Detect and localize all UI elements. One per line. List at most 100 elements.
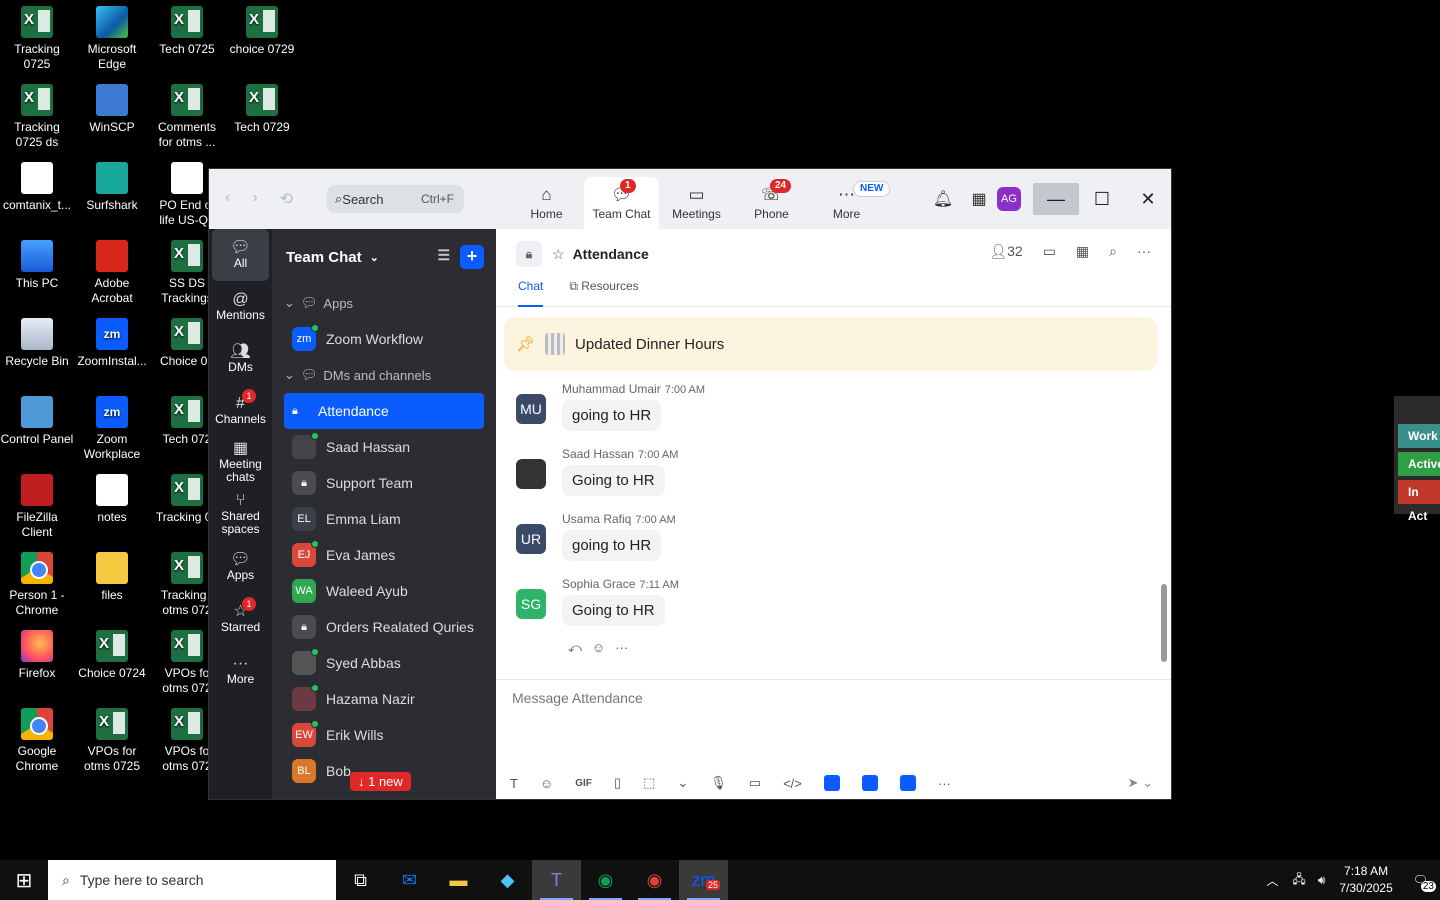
add-button[interactable]: + <box>460 245 484 269</box>
desktop-icon[interactable]: FileZilla Client <box>0 474 74 540</box>
app-diamond-icon[interactable]: ◆ <box>483 860 532 900</box>
desktop-icon[interactable]: WinSCP <box>75 84 149 135</box>
sender-name[interactable]: Sophia Grace <box>562 577 635 591</box>
new-messages-pill[interactable]: ↓ 1 new <box>350 772 411 791</box>
app-icon[interactable] <box>861 775 878 791</box>
desktop-icon[interactable]: zm ZoomInstal... <box>75 318 149 369</box>
list-item[interactable]: 🔒︎ Orders Realated Quries <box>272 609 496 645</box>
filter-icon[interactable]: ☰ <box>437 247 450 264</box>
rail-item-mentions[interactable]: @ Mentions <box>209 281 272 333</box>
dms-section[interactable]: ⌄ 💬︎ DMs and channels <box>272 357 496 393</box>
file-icon[interactable]: ▯ <box>614 775 621 791</box>
message[interactable]: Saad Hassan 7:00 AM Going to HR <box>516 447 678 496</box>
network-icon[interactable]: 🖧︎ <box>1286 870 1311 891</box>
avatar[interactable] <box>516 459 546 489</box>
screenshot-icon[interactable]: ⬚ <box>643 775 655 791</box>
video-icon[interactable]: ▭ <box>1043 243 1056 260</box>
rail-item-more[interactable]: ··· More <box>209 645 272 697</box>
message[interactable]: UR Usama Rafiq 7:00 AM going to HR <box>516 512 676 561</box>
pinned-message[interactable]: 📌︎ Updated Dinner Hours <box>504 317 1157 371</box>
desktop-icon[interactable]: Tech 0725 <box>150 6 224 57</box>
desktop-icon[interactable]: Comments for otms ... <box>150 84 224 150</box>
search-icon[interactable]: ⌕ <box>1109 243 1117 260</box>
rail-item-starred[interactable]: ☆ Starred 1 <box>209 593 272 645</box>
list-item[interactable]: 🔒︎ Support Team <box>272 465 496 501</box>
format-text-icon[interactable]: T <box>510 776 518 791</box>
desktop-icon[interactable]: Choice 0724 <box>75 630 149 681</box>
desktop-icon[interactable]: This PC <box>0 240 74 291</box>
desktop-icon[interactable]: zm Zoom Workplace <box>75 396 149 462</box>
list-item[interactable]: EJ Eva James <box>272 537 496 573</box>
tab-chat[interactable]: Chat <box>518 279 544 307</box>
list-item[interactable]: Saad Hassan <box>272 429 496 465</box>
tab-phone[interactable]: ☏ Phone 24 <box>734 177 809 229</box>
gif-icon[interactable]: GIF <box>575 778 592 789</box>
chrome-icon[interactable]: ◉ <box>581 860 630 900</box>
task-view-icon[interactable]: ⧉ <box>336 860 385 900</box>
widget-status-2[interactable]: In Act <box>1398 480 1440 523</box>
app-icon[interactable] <box>899 775 916 791</box>
windows-start-icon[interactable]: ⊞ <box>0 860 48 900</box>
list-item[interactable]: Syed Abbas <box>272 645 496 681</box>
rail-item-shared-spaces[interactable]: ⑂ Shared spaces <box>209 489 272 541</box>
send-button[interactable]: ➤ ⌄ <box>1128 775 1153 791</box>
clock[interactable]: 7:18 AM 7/30/2025 <box>1331 863 1400 897</box>
message-input[interactable]: Message Attendance <box>496 680 1171 716</box>
emoji-add-icon[interactable]: ☺ <box>592 640 605 656</box>
chevron-up-icon[interactable]: ︿ <box>1258 872 1286 889</box>
members-count[interactable]: 👤︎32 <box>989 243 1022 260</box>
desktop-icon[interactable]: Tracking 0725 ds <box>0 84 74 150</box>
zoom-taskbar-icon[interactable]: zm 25 <box>679 860 728 900</box>
more-icon[interactable]: ··· <box>938 776 951 791</box>
sender-name[interactable]: Usama Rafiq <box>562 512 631 526</box>
more-icon[interactable]: ··· <box>615 640 628 656</box>
channel-name[interactable]: Attendance <box>573 246 649 262</box>
widget-status-0[interactable]: Work <box>1398 424 1440 448</box>
desktop-icon[interactable]: Tracking 0725 <box>0 6 74 72</box>
video-message-icon[interactable]: ▭ <box>749 775 761 791</box>
avatar[interactable]: SG <box>516 589 546 619</box>
list-item[interactable]: Hazama Nazir <box>272 681 496 717</box>
bell-icon[interactable]: 🔔︎ <box>925 189 961 209</box>
minimize-button[interactable]: — <box>1033 183 1079 215</box>
desktop-icon[interactable]: Surfshark <box>75 162 149 213</box>
desktop-icon[interactable]: Firefox <box>0 630 74 681</box>
file-explorer-icon[interactable]: ▬ <box>434 860 483 900</box>
microphone-icon[interactable]: 🎙︎ <box>710 775 727 791</box>
desktop-icon[interactable]: VPOs for otms 0725 <box>75 708 149 774</box>
search-box[interactable]: ⌕ Search Ctrl+F <box>327 185 464 213</box>
rail-item-all[interactable]: 💬︎ All <box>212 229 269 281</box>
desktop-icon[interactable]: Microsoft Edge <box>75 6 149 72</box>
calendar-icon[interactable]: ▦ <box>961 189 997 209</box>
chevron-down-icon[interactable]: ⌄ <box>370 251 379 264</box>
apps-section[interactable]: ⌄ 💬︎ Apps <box>272 285 496 321</box>
back-arrow-icon[interactable]: ‹ <box>225 189 230 209</box>
desktop-icon[interactable]: choice 0729 <box>225 6 299 57</box>
tab-home[interactable]: ⌂ Home <box>509 177 584 229</box>
desktop-icon[interactable]: Recycle Bin <box>0 318 74 369</box>
list-item[interactable]: WA Waleed Ayub <box>272 573 496 609</box>
volume-icon[interactable]: 🔊︎ <box>1312 873 1332 888</box>
sender-name[interactable]: Muhammad Umair <box>562 382 661 396</box>
teams-icon[interactable]: T <box>532 860 581 900</box>
emoji-icon[interactable]: ☺ <box>540 776 553 791</box>
sender-name[interactable]: Saad Hassan <box>562 447 634 461</box>
desktop-icon[interactable]: Control Panel <box>0 396 74 447</box>
list-item[interactable]: EL Emma Liam <box>272 501 496 537</box>
rail-item-meeting-chats[interactable]: ▦ Meeting chats <box>209 437 272 489</box>
widget-status-1[interactable]: Active <box>1398 452 1440 476</box>
desktop-icon[interactable]: Google Chrome <box>0 708 74 774</box>
list-item[interactable]: 🔒︎ Attendance <box>284 393 484 429</box>
reply-icon[interactable]: ⤺ <box>568 640 582 656</box>
desktop-icon[interactable]: comtanix_t... <box>0 162 74 213</box>
rail-item-apps[interactable]: 💬︎ Apps <box>209 541 272 593</box>
close-button[interactable]: ✕ <box>1125 183 1171 215</box>
desktop-icon[interactable]: Adobe Acrobat <box>75 240 149 306</box>
tab-resources[interactable]: ⧉ Resources <box>569 279 638 306</box>
forward-arrow-icon[interactable]: › <box>252 189 257 209</box>
calendar-icon[interactable]: ▦ <box>1076 243 1089 260</box>
avatar[interactable]: UR <box>516 524 546 554</box>
app-icon[interactable] <box>823 775 840 791</box>
more-icon[interactable]: ··· <box>1137 243 1151 260</box>
desktop-icon[interactable]: files <box>75 552 149 603</box>
